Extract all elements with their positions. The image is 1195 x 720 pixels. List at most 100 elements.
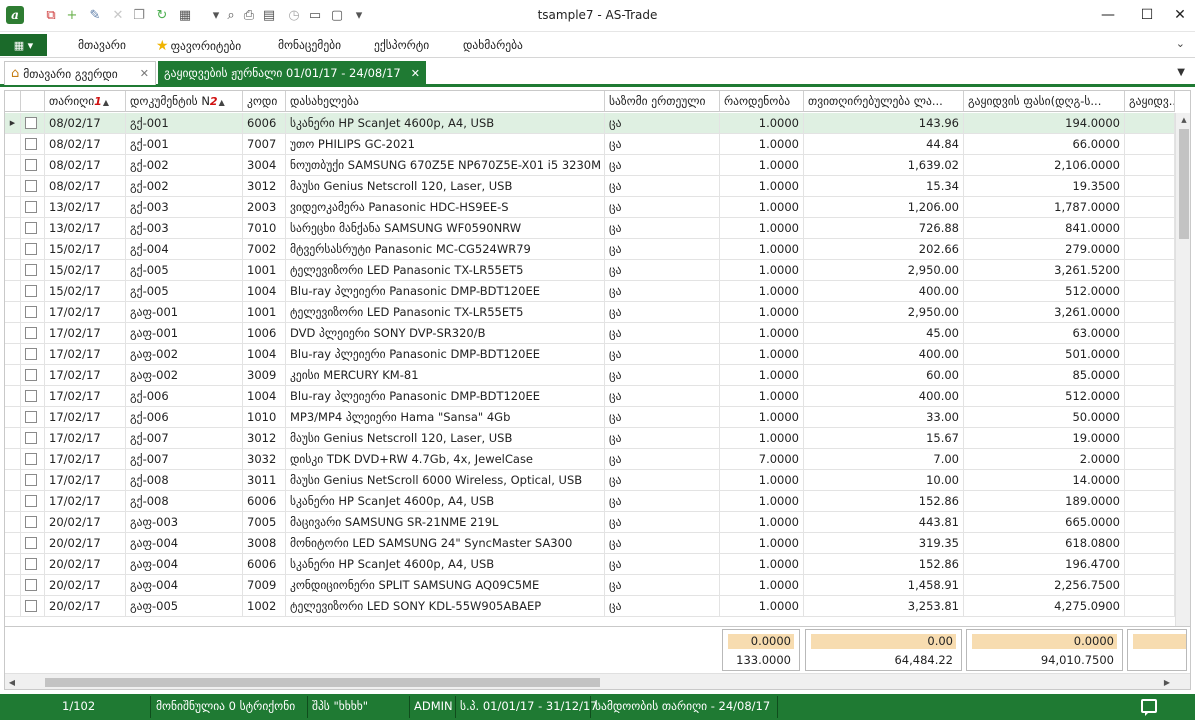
row-checkbox[interactable]: [25, 285, 37, 297]
layout-icon[interactable]: ▭: [306, 6, 324, 24]
app-logo-icon[interactable]: a: [6, 6, 24, 24]
column-header-sale-price[interactable]: გაყიდვის ფასი(დღგ-ს...: [964, 91, 1125, 112]
table-row[interactable]: 20/02/17 გაფ-004 7009 კონდიციონერი SPLIT SA…: [5, 575, 1175, 596]
cell-sale-price: 618.0800: [964, 533, 1125, 554]
view-icon[interactable]: ⧉: [42, 6, 60, 24]
tab-home[interactable]: ⌂ მთავარი გვერდი ✕: [4, 61, 156, 85]
table-row[interactable]: 17/02/17 გქ-008 6006 სკანერი HP ScanJet 460…: [5, 491, 1175, 512]
row-checkbox[interactable]: [25, 138, 37, 150]
row-checkbox[interactable]: [25, 222, 37, 234]
table-row[interactable]: 17/02/17 გქ-006 1010 MP3/MP4 პლეიერი Hama "…: [5, 407, 1175, 428]
row-checkbox[interactable]: [25, 243, 37, 255]
edit-icon[interactable]: ✎: [86, 6, 104, 24]
table-row[interactable]: 08/02/17 გქ-001 7007 უთო PHILIPS GC-2021 ცა 1…: [5, 134, 1175, 155]
row-checkbox[interactable]: [25, 327, 37, 339]
preview-icon[interactable]: ⌕: [222, 6, 240, 24]
table-row[interactable]: 13/02/17 გქ-003 2003 ვიდეოკამერა Panasonic …: [5, 197, 1175, 218]
tab-sales-journal[interactable]: გაყიდვების ჟურნალი 01/01/17 - 24/08/17 ✕: [158, 61, 426, 85]
print-icon[interactable]: ⎙: [240, 6, 258, 24]
column-header-cost[interactable]: თვითღირებულება ლა...: [804, 91, 964, 112]
table-row[interactable]: 17/02/17 გქ-008 3011 მაუსი Genius NetScroll…: [5, 470, 1175, 491]
column-header-unit[interactable]: საზომი ერთეული: [605, 91, 720, 112]
tab-home-close-icon[interactable]: ✕: [140, 67, 149, 80]
scroll-right-icon[interactable]: ▶: [1160, 674, 1174, 689]
table-row[interactable]: 20/02/17 გაფ-005 1002 ტელევიზორი LED SONY K…: [5, 596, 1175, 617]
horizontal-scrollbar[interactable]: ◀ ▶: [5, 673, 1190, 689]
table-row[interactable]: 17/02/17 გქ-007 3032 დისკი TDK DVD+RW 4.7Gb…: [5, 449, 1175, 470]
row-checkbox[interactable]: [25, 159, 37, 171]
column-header-code[interactable]: კოდი: [243, 91, 286, 112]
table-row[interactable]: ▶ 08/02/17 გქ-001 6006 სკანერი HP ScanJet 46…: [5, 113, 1175, 134]
table-row[interactable]: 15/02/17 გქ-005 1001 ტელევიზორი LED Panason…: [5, 260, 1175, 281]
history-icon[interactable]: ◷: [285, 6, 303, 24]
row-checkbox[interactable]: [25, 600, 37, 612]
column-header-quantity[interactable]: რაოდენობა: [720, 91, 804, 112]
export-icon[interactable]: ▤: [260, 6, 278, 24]
row-checkbox[interactable]: [25, 495, 37, 507]
close-button[interactable]: ✕: [1163, 3, 1195, 27]
scroll-up-icon[interactable]: ▲: [1176, 113, 1190, 127]
customize-icon[interactable]: ▾: [350, 6, 368, 24]
chat-icon[interactable]: [1141, 699, 1157, 716]
copy-icon[interactable]: ❐: [130, 6, 148, 24]
table-row[interactable]: 08/02/17 გქ-002 3004 ნოუთბუქი SAMSUNG 670Z5…: [5, 155, 1175, 176]
row-checkbox[interactable]: [25, 453, 37, 465]
menu-item-home[interactable]: მთავარი: [78, 38, 126, 52]
row-checkbox[interactable]: [25, 579, 37, 591]
column-header-extra[interactable]: გაყიდვ...: [1125, 91, 1175, 112]
column-header-document[interactable]: დოკუმენტის N2▲: [126, 91, 243, 112]
row-checkbox[interactable]: [25, 432, 37, 444]
column-header-name[interactable]: დასახელება: [286, 91, 605, 112]
row-checkbox[interactable]: [25, 474, 37, 486]
select-column-header[interactable]: [21, 91, 45, 112]
main-menu-toggle-button[interactable]: ▦ ▾: [0, 34, 47, 56]
scroll-left-icon[interactable]: ◀: [5, 674, 19, 689]
menu-item-export[interactable]: ექსპორტი: [374, 38, 429, 52]
row-checkbox[interactable]: [25, 306, 37, 318]
menu-item-favorites[interactable]: ★ ფავორიტები: [156, 38, 241, 54]
table-row[interactable]: 17/02/17 გაფ-002 3009 კეისი MERCURY KM-81 ცა…: [5, 365, 1175, 386]
minimize-button[interactable]: —: [1091, 3, 1125, 27]
row-indicator: [5, 323, 21, 344]
columns-icon[interactable]: ▦: [176, 6, 194, 24]
table-row[interactable]: 20/02/17 გაფ-004 3008 მონიტორი LED SAMSUNG …: [5, 533, 1175, 554]
tab-sales-journal-close-icon[interactable]: ✕: [411, 67, 420, 80]
table-row[interactable]: 13/02/17 გქ-003 7010 სარეცხი მანქანა SAMSUN…: [5, 218, 1175, 239]
table-row[interactable]: 17/02/17 გაფ-001 1001 ტელევიზორი LED Panaso…: [5, 302, 1175, 323]
menu-item-help[interactable]: დახმარება: [463, 38, 523, 52]
row-checkbox[interactable]: [25, 390, 37, 402]
table-row[interactable]: 20/02/17 გაფ-004 6006 სკანერი HP ScanJet 46…: [5, 554, 1175, 575]
row-checkbox[interactable]: [25, 411, 37, 423]
table-row[interactable]: 17/02/17 გქ-007 3012 მაუსი Genius Netscroll…: [5, 428, 1175, 449]
table-row[interactable]: 17/02/17 გაფ-001 1006 DVD პლეიერი SONY DVP-…: [5, 323, 1175, 344]
column-header-date[interactable]: თარიღი1▲: [45, 91, 126, 112]
menu-item-data[interactable]: მონაცემები: [278, 38, 341, 52]
table-row[interactable]: 15/02/17 გქ-005 1004 Blu-ray პლეიერი Panaso…: [5, 281, 1175, 302]
maximize-button[interactable]: ☐: [1130, 3, 1164, 27]
delete-icon[interactable]: ✕: [109, 6, 127, 24]
row-checkbox[interactable]: [25, 348, 37, 360]
table-row[interactable]: 15/02/17 გქ-004 7002 მტვერსასრუტი Panasonic…: [5, 239, 1175, 260]
table-row[interactable]: 17/02/17 გაფ-002 1004 Blu-ray პლეიერი Panas…: [5, 344, 1175, 365]
row-checkbox[interactable]: [25, 516, 37, 528]
refresh-icon[interactable]: ↻: [153, 6, 171, 24]
table-row[interactable]: 08/02/17 გქ-002 3012 მაუსი Genius Netscroll…: [5, 176, 1175, 197]
row-checkbox[interactable]: [25, 201, 37, 213]
menu-expand-icon[interactable]: ⌄: [1176, 37, 1185, 50]
row-checkbox[interactable]: [25, 537, 37, 549]
cell-date: 13/02/17: [45, 197, 126, 218]
cell-extra: [1125, 134, 1175, 155]
row-checkbox[interactable]: [25, 369, 37, 381]
vertical-scroll-thumb[interactable]: [1179, 129, 1189, 239]
table-row[interactable]: 20/02/17 გაფ-003 7005 მაცივარი SAMSUNG SR-2…: [5, 512, 1175, 533]
window-icon[interactable]: ▢: [328, 6, 346, 24]
row-checkbox[interactable]: [25, 264, 37, 276]
table-row[interactable]: 17/02/17 გქ-006 1004 Blu-ray პლეიერი Panaso…: [5, 386, 1175, 407]
row-checkbox[interactable]: [25, 558, 37, 570]
vertical-scrollbar[interactable]: ▲: [1175, 113, 1190, 626]
horizontal-scroll-thumb[interactable]: [45, 678, 600, 687]
row-checkbox[interactable]: [25, 117, 37, 129]
row-checkbox[interactable]: [25, 180, 37, 192]
add-icon[interactable]: +: [63, 6, 81, 24]
tab-list-dropdown-icon[interactable]: ▼: [1177, 67, 1185, 78]
